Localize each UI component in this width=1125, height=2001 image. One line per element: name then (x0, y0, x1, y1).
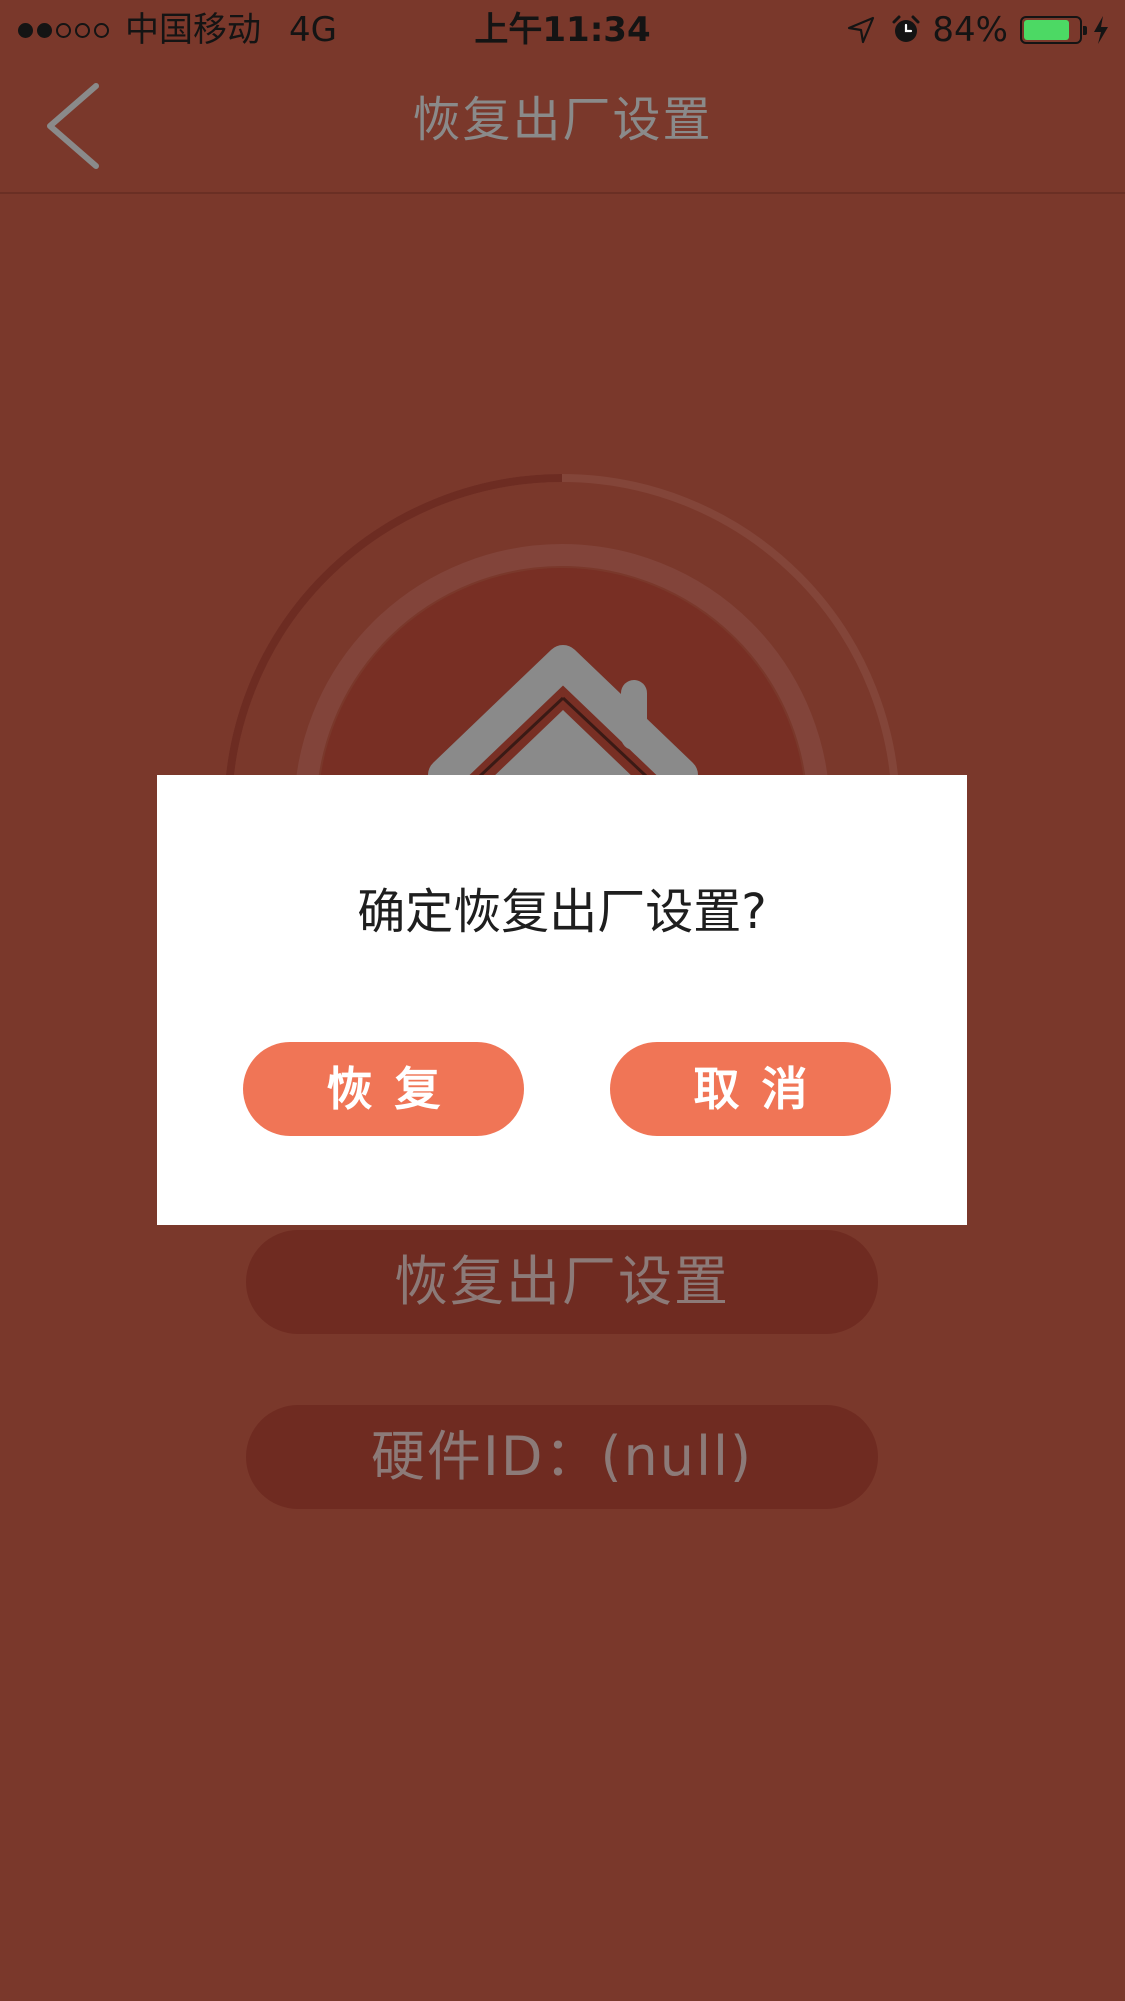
status-bar: 中国移动 4G 上午11:34 84% (0, 0, 1125, 60)
battery-level-fill (1024, 20, 1070, 40)
cancel-button[interactable]: 取消 (610, 1042, 891, 1136)
battery-icon (1020, 16, 1087, 44)
reset-factory-button[interactable]: 恢复出厂设置 (246, 1230, 878, 1334)
hardware-id-label: 硬件ID：(null) (246, 1405, 878, 1509)
navigation-bar: 恢复出厂设置 (0, 60, 1125, 194)
confirm-restore-button[interactable]: 恢复 (243, 1042, 524, 1136)
charging-bolt-icon (1091, 15, 1111, 45)
dialog-message: 确定恢复出厂设置? (357, 884, 767, 940)
location-arrow-icon (846, 15, 876, 45)
confirm-dialog: 确定恢复出厂设置? 恢复 取消 (157, 775, 967, 1225)
page-title: 恢复出厂设置 (412, 92, 713, 148)
status-right: 84% (846, 8, 1111, 52)
battery-percent: 84% (932, 10, 1008, 50)
alarm-clock-icon (890, 14, 922, 46)
